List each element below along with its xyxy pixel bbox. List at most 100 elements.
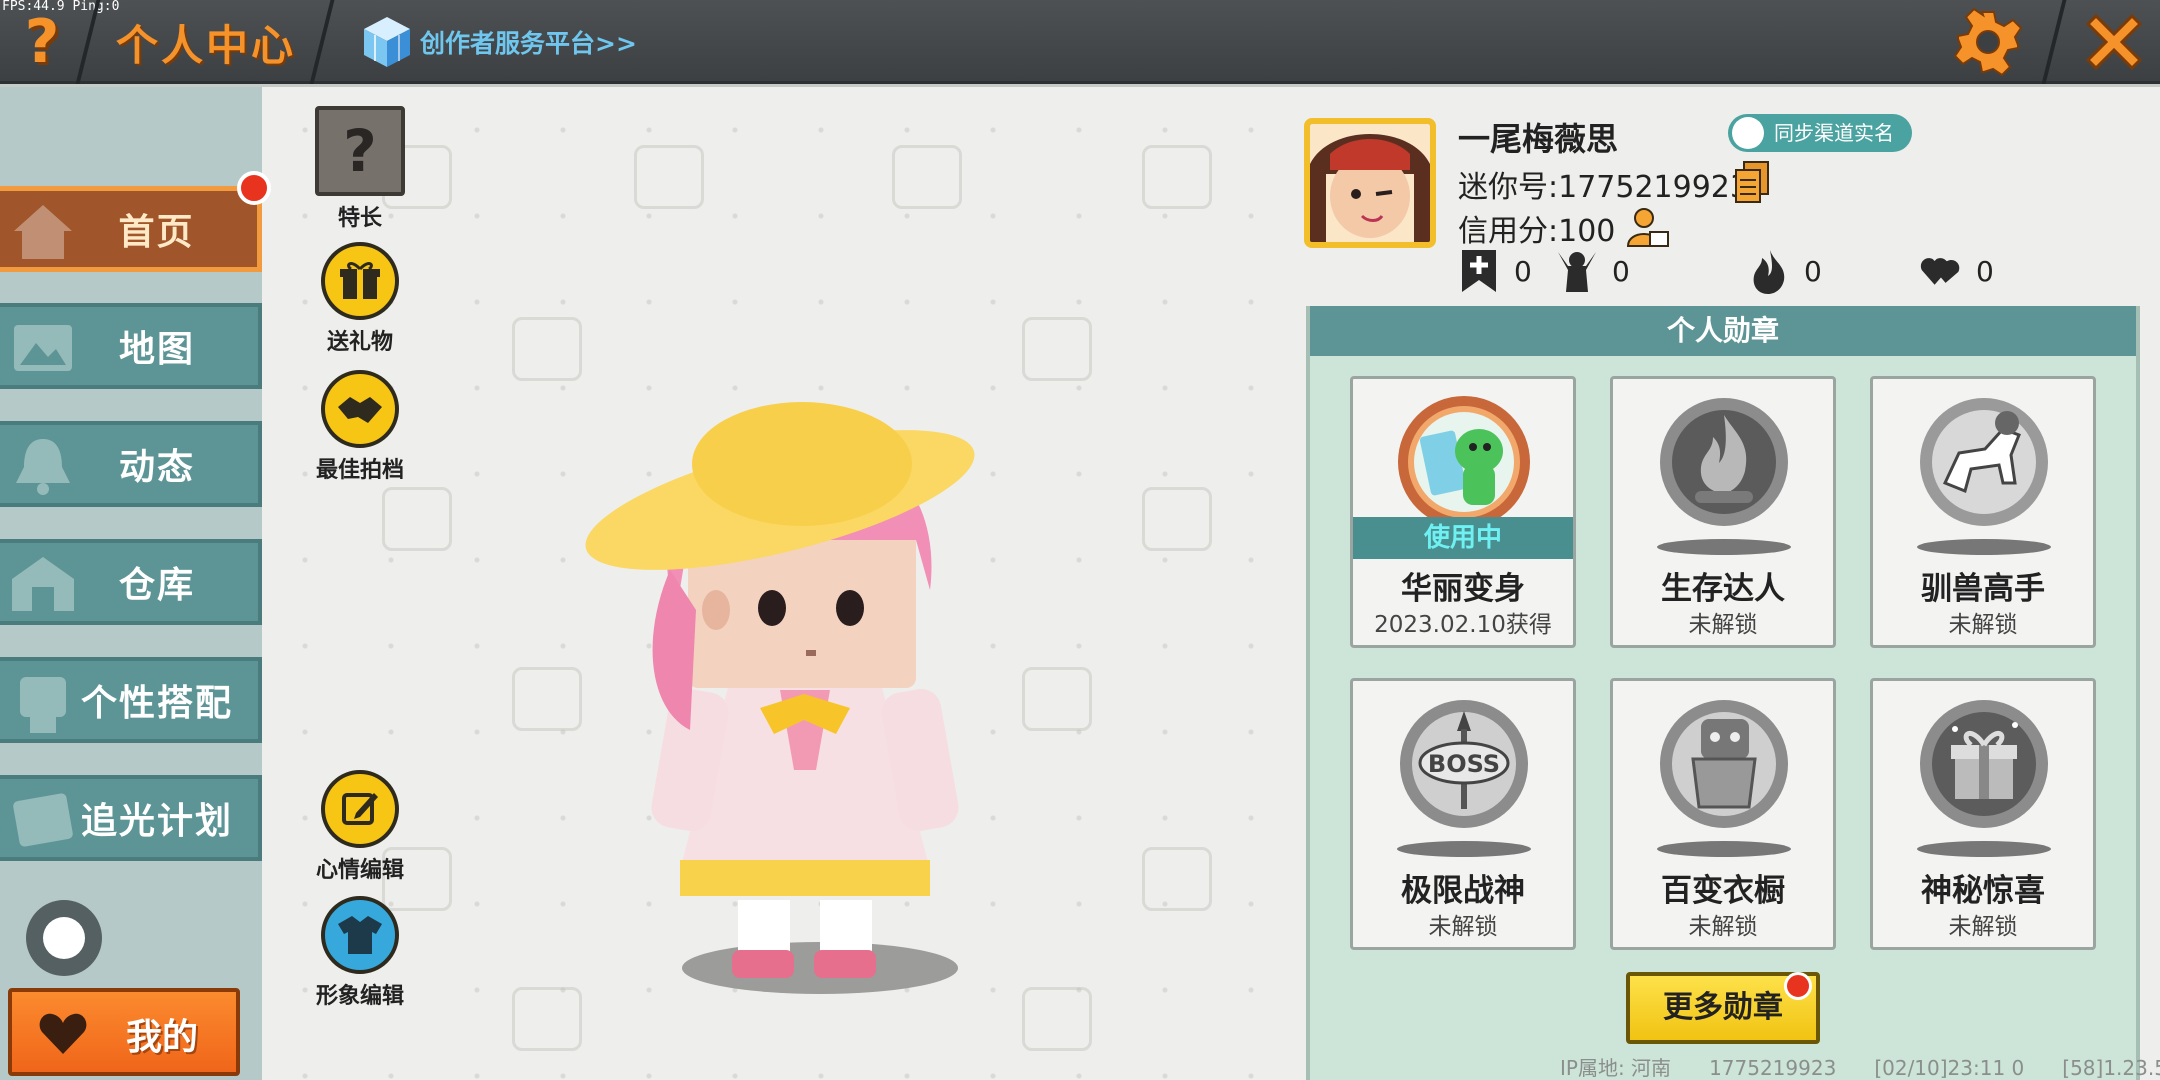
record-button[interactable] <box>26 900 102 976</box>
best-partner-button[interactable]: 最佳拍档 <box>312 370 408 484</box>
notification-dot <box>237 171 271 205</box>
sync-badge-label: 同步渠道实名 <box>1774 121 1894 145</box>
divider <box>309 0 335 84</box>
username: 一尾梅薇思 <box>1458 120 1619 158</box>
medal-shadow <box>1397 841 1531 857</box>
profile-avatar[interactable] <box>1304 118 1436 248</box>
bg-pattern-tile <box>1142 145 1212 209</box>
gift-box-medal-icon <box>1920 700 2048 828</box>
medal-status: 未解锁 <box>1948 612 2018 638</box>
sidebar-item-home[interactable]: 首页 <box>0 186 262 272</box>
sidebar-item-label: 地图 <box>118 329 195 370</box>
medal-name: 生存达人 <box>1661 571 1785 607</box>
footer-version: [58]1.23.5 <box>2062 1056 2160 1080</box>
medal-name: 神秘惊喜 <box>1921 873 2045 909</box>
stat-hotness: 0 <box>1748 246 1822 296</box>
boss-medal-icon: BOSS <box>1400 700 1528 828</box>
medal-shadow <box>1917 841 2051 857</box>
medal-name: 百变衣橱 <box>1661 873 1785 909</box>
medal-card-mystery-surprise[interactable]: 神秘惊喜 未解锁 <box>1870 678 2096 950</box>
medal-shadow <box>1917 539 2051 555</box>
bookmark-plus-icon <box>1462 250 1496 292</box>
footer-uid: 1775219923 <box>1709 1056 1837 1080</box>
medal-name: 驯兽高手 <box>1921 571 2045 607</box>
footer-time: [02/10]23:11 0 <box>1874 1056 2025 1080</box>
heart-icon <box>39 1013 87 1054</box>
sidebar-item-storage[interactable]: 仓库 <box>0 539 262 625</box>
sync-realname-button[interactable]: 同步渠道实名 <box>1728 114 1912 152</box>
page-title: 个人中心 <box>116 21 297 70</box>
look-edit-button[interactable]: 形象编辑 <box>312 896 408 1010</box>
bg-pattern-tile <box>892 145 962 209</box>
stat-value: 0 <box>1514 254 1532 288</box>
edit-icon <box>321 770 399 848</box>
divider <box>2041 0 2067 84</box>
outfit-icon <box>321 896 399 974</box>
medal-status: 未解锁 <box>1948 914 2018 940</box>
stat-bookmark: 0 <box>1458 246 1532 296</box>
record-dot-icon <box>43 917 85 959</box>
medal-card-survival-expert[interactable]: 生存达人 未解锁 <box>1610 376 1836 648</box>
campfire-medal-icon <box>1660 398 1788 526</box>
creator-link-text: 创作者服务平台>> <box>420 29 637 58</box>
my-button[interactable]: 我的 <box>8 988 240 1076</box>
sidebar-item-label: 首页 <box>118 212 195 253</box>
bg-pattern-tile <box>382 487 452 551</box>
stat-value: 0 <box>1804 254 1822 288</box>
medal-card-ultimate-warrior[interactable]: BOSS 极限战神 未解锁 <box>1350 678 1576 950</box>
my-button-label: 我的 <box>126 1017 199 1058</box>
sidebar-item-pursuit-plan[interactable]: 追光计划 <box>0 775 262 861</box>
medal-card-wardrobe[interactable]: 百变衣橱 未解锁 <box>1610 678 1836 950</box>
question-mark-icon: ? <box>24 7 60 77</box>
medal-status: 未解锁 <box>1688 914 1758 940</box>
gift-icon <box>321 242 399 320</box>
stat-likes: 0 <box>1920 246 1994 296</box>
cube-icon <box>364 17 410 67</box>
best-partner-label: 最佳拍档 <box>315 458 404 483</box>
sidebar-item-outfit[interactable]: 个性搭配 <box>0 657 262 743</box>
medal-header: 个人勋章 <box>1310 306 2136 356</box>
sidebar-item-feed[interactable]: 动态 <box>0 421 262 507</box>
mood-edit-button[interactable]: 心情编辑 <box>312 770 408 884</box>
stat-value: 0 <box>1612 254 1630 288</box>
send-gift-button[interactable]: 送礼物 <box>312 242 408 356</box>
wardrobe-medal-icon <box>1660 700 1788 828</box>
talent-button[interactable]: ? 特长 <box>312 106 408 232</box>
medal-name: 极限战神 <box>1401 873 1525 909</box>
notification-dot <box>1784 972 1812 1000</box>
sidebar-item-label: 仓库 <box>118 565 195 606</box>
medal-card-gorgeous-transform[interactable]: 使用中 华丽变身 2023.02.10获得 <box>1350 376 1576 648</box>
player-avatar[interactable] <box>520 390 1040 1010</box>
sidebar-item-label: 个性搭配 <box>80 683 233 724</box>
send-gift-label: 送礼物 <box>326 330 393 355</box>
settings-gear-icon[interactable] <box>1954 8 2022 76</box>
medal-card-beast-tamer[interactable]: 驯兽高手 未解锁 <box>1870 376 2096 648</box>
credit-score: 信用分:100 <box>1458 214 1616 249</box>
user-icon <box>1732 117 1764 149</box>
look-edit-label: 形象编辑 <box>315 984 404 1009</box>
close-icon[interactable] <box>2078 6 2150 78</box>
help-button[interactable]: ? <box>14 8 70 76</box>
medal-shadow <box>1657 539 1791 555</box>
mood-edit-label: 心情编辑 <box>315 858 404 883</box>
mini-id: 迷你号:1775219923 <box>1458 170 1749 205</box>
copy-icon[interactable] <box>1734 160 1770 204</box>
question-block-icon: ? <box>315 106 405 196</box>
sidebar-item-map[interactable]: 地图 <box>0 303 262 389</box>
flame-icon <box>1753 250 1785 294</box>
ip-location: IP属地: 河南 <box>1560 1056 1672 1080</box>
footer-info: IP属地: 河南 1775219923 [02/10]23:11 0 [58]1.23… <box>1560 1052 2160 1080</box>
in-use-badge: 使用中 <box>1353 517 1573 559</box>
creator-platform-link[interactable]: 创作者服务平台>> <box>362 14 637 70</box>
medal-status: 未解锁 <box>1688 612 1758 638</box>
medal-date: 2023.02.10获得 <box>1374 612 1552 638</box>
fans-icon <box>1558 252 1596 292</box>
bg-pattern-tile <box>512 317 582 381</box>
medal-name: 华丽变身 <box>1401 571 1525 607</box>
dinosaur-medal-icon <box>1398 396 1530 528</box>
player-portrait-icon <box>1310 124 1430 242</box>
bg-pattern-tile <box>1022 317 1092 381</box>
sidebar-item-label: 追光计划 <box>80 801 233 842</box>
credit-user-icon[interactable] <box>1626 206 1670 250</box>
top-bar: FPS:44.9 Ping:0 ? 个人中心 创作者服务平台>> <box>0 0 2160 84</box>
